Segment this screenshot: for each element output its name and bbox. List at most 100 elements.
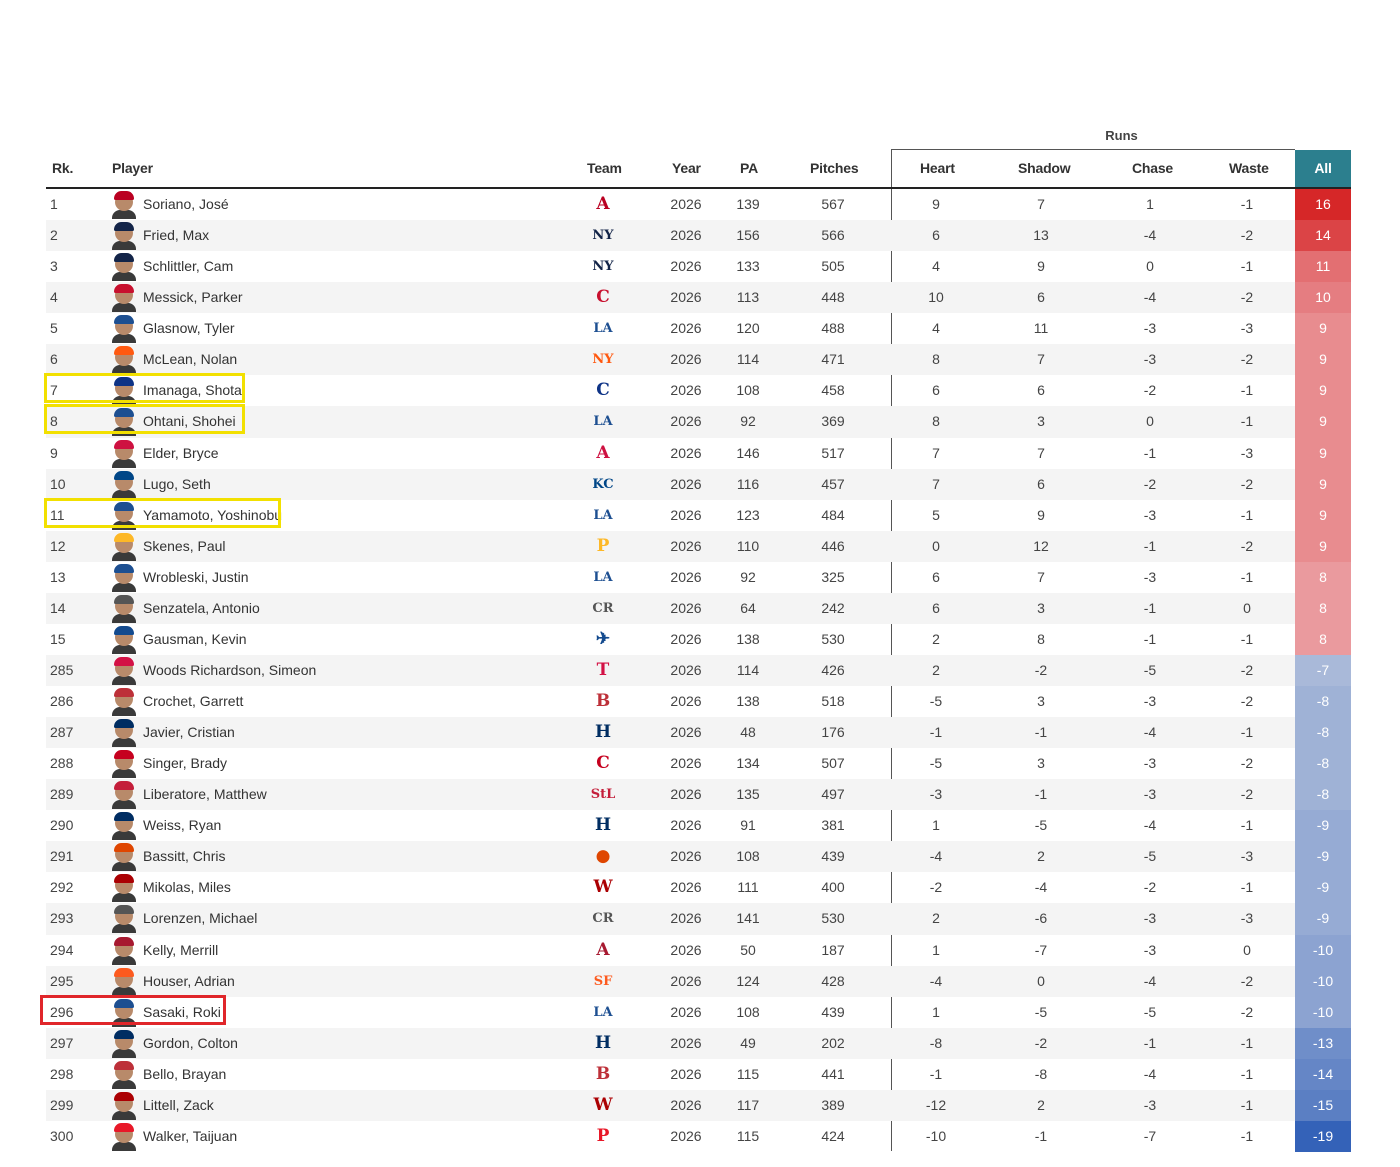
table-row[interactable]: 14 Senzatela, Antonio 2026 64 242 6 3 -1 0 CR 8 xyxy=(46,592,1351,624)
table-row[interactable]: 289 Liberatore, Matthew 2026 135 497 -3 -1 -3 -2… xyxy=(46,779,1351,811)
chase-runs-cell: -3 xyxy=(1143,351,1157,368)
table-row[interactable]: 291 Bassitt, Chris 2026 108 439 -4 2 -5 -3 ● -9 xyxy=(46,841,1351,873)
year-cell: 2026 xyxy=(670,258,702,275)
table-row[interactable]: 285 Woods Richardson, Simeon 2026 114 426 2 -2… xyxy=(46,654,1351,686)
table-row[interactable]: 287 Javier, Cristian 2026 48 176 -1 -1 -4 -1 H -8 xyxy=(46,717,1351,749)
player-name[interactable]: Lugo, Seth xyxy=(143,469,211,500)
table-row[interactable]: 3 Schlittler, Cam 2026 133 505 4 9 0 -1 NY 11 xyxy=(46,251,1351,283)
table-row[interactable]: 12 Skenes, Paul 2026 110 446 0 12 -1 -2 P 9 xyxy=(46,530,1351,562)
header-chase[interactable]: Chase xyxy=(1132,150,1173,187)
chase-runs-cell: 0 xyxy=(1146,413,1154,430)
highlight-box xyxy=(44,373,245,404)
table-row[interactable]: 288 Singer, Brady 2026 134 507 -5 3 -3 -2 C -8 xyxy=(46,748,1351,780)
table-row[interactable]: 6 McLean, Nolan 2026 114 471 8 7 -3 -2 NY 9 xyxy=(46,344,1351,376)
player-headshot xyxy=(112,843,136,872)
player-name[interactable]: Crochet, Garrett xyxy=(143,686,243,717)
table-row[interactable]: 298 Bello, Brayan 2026 115 441 -1 -8 -4 -1 B -14 xyxy=(46,1058,1351,1090)
pirates-logo: P xyxy=(596,535,610,556)
player-name[interactable]: Wrobleski, Justin xyxy=(143,562,249,593)
table-row[interactable]: 290 Weiss, Ryan 2026 91 381 1 -5 -4 -1 H -9 xyxy=(46,810,1351,842)
player-name[interactable]: Skenes, Paul xyxy=(143,531,226,562)
header-player[interactable]: Player xyxy=(112,150,153,187)
table-row[interactable]: 5 Glasnow, Tyler 2026 120 488 4 11 -3 -3 LA 9 xyxy=(46,313,1351,345)
table-row[interactable]: 10 Lugo, Seth 2026 116 457 7 6 -2 -2 KC 9 xyxy=(46,468,1351,500)
table-row[interactable]: 15 Gausman, Kevin 2026 138 530 2 8 -1 -1 ✈ 8 xyxy=(46,623,1351,655)
all-runs-cell: 8 xyxy=(1295,561,1351,593)
player-name[interactable]: Messick, Parker xyxy=(143,282,243,313)
pitches-cell: 566 xyxy=(821,227,845,244)
pa-cell: 138 xyxy=(736,630,760,647)
year-cell: 2026 xyxy=(670,910,702,927)
header-heart[interactable]: Heart xyxy=(920,150,955,187)
table-row[interactable]: 297 Gordon, Colton 2026 49 202 -8 -2 -1 -1 H -13 xyxy=(46,1027,1351,1059)
header-team[interactable]: Team xyxy=(587,150,622,187)
player-name[interactable]: Elder, Bryce xyxy=(143,438,218,469)
table-row[interactable]: 300 Walker, Taijuan 2026 115 424 -10 -1 -7 -1 P -1… xyxy=(46,1120,1351,1152)
year-cell: 2026 xyxy=(670,1034,702,1051)
table-row[interactable]: 296 Sasaki, Roki 2026 108 439 1 -5 -5 -2 LA -10 xyxy=(46,996,1351,1028)
waste-runs-cell: -2 xyxy=(1240,227,1254,244)
table-row[interactable]: 2 Fried, Max 2026 156 566 6 13 -4 -2 NY 14 xyxy=(46,220,1351,252)
pa-cell: 48 xyxy=(740,724,756,741)
player-name[interactable]: Bassitt, Chris xyxy=(143,841,225,872)
pa-cell: 92 xyxy=(740,413,756,430)
table-row[interactable]: 299 Littell, Zack 2026 117 389 -12 2 -3 -1 W -15 xyxy=(46,1089,1351,1121)
header-all[interactable]: All xyxy=(1295,150,1351,187)
player-name[interactable]: Woods Richardson, Simeon xyxy=(143,655,316,686)
table-row[interactable]: 13 Wrobleski, Justin 2026 92 325 6 7 -3 -1 LA 8 xyxy=(46,561,1351,593)
header-year[interactable]: Year xyxy=(672,150,701,187)
pa-cell: 124 xyxy=(736,972,760,989)
all-runs-cell: 9 xyxy=(1295,499,1351,531)
table-row[interactable]: 4 Messick, Parker 2026 113 448 10 6 -4 -2 C 10 xyxy=(46,282,1351,314)
player-name[interactable]: Soriano, José xyxy=(143,189,229,220)
header-rank[interactable]: Rk. xyxy=(52,150,73,187)
player-name[interactable]: McLean, Nolan xyxy=(143,344,237,375)
player-name[interactable]: Houser, Adrian xyxy=(143,966,235,997)
rockies-logo: CR xyxy=(592,911,614,927)
table-row[interactable]: 286 Crochet, Garrett 2026 138 518 -5 3 -3 -2 B -8 xyxy=(46,686,1351,718)
all-runs-cell: -14 xyxy=(1295,1058,1351,1090)
header-pitches[interactable]: Pitches xyxy=(810,150,859,187)
heart-runs-cell: -5 xyxy=(929,755,943,772)
dodgers-logo: LA xyxy=(593,569,613,585)
heart-runs-cell: -1 xyxy=(929,1065,943,1082)
player-name[interactable]: Schlittler, Cam xyxy=(143,251,233,282)
pa-cell: 115 xyxy=(736,1127,760,1144)
header-waste[interactable]: Waste xyxy=(1229,150,1269,187)
all-runs-cell: 8 xyxy=(1295,592,1351,624)
player-name[interactable]: Senzatela, Antonio xyxy=(143,593,260,624)
player-name[interactable]: Fried, Max xyxy=(143,220,209,251)
chase-runs-cell: -2 xyxy=(1143,879,1157,896)
player-name[interactable]: Bello, Brayan xyxy=(143,1059,226,1090)
player-name[interactable]: Kelly, Merrill xyxy=(143,935,218,966)
player-name[interactable]: Littell, Zack xyxy=(143,1090,214,1121)
table-row[interactable]: 9 Elder, Bryce 2026 146 517 7 7 -1 -3 A 9 xyxy=(46,437,1351,469)
all-runs-cell: 14 xyxy=(1295,220,1351,252)
player-name[interactable]: Walker, Taijuan xyxy=(143,1121,237,1152)
table-row[interactable]: 292 Mikolas, Miles 2026 111 400 -2 -4 -2 -1 W -9 xyxy=(46,872,1351,904)
player-name[interactable]: Mikolas, Miles xyxy=(143,872,231,903)
player-name[interactable]: Glasnow, Tyler xyxy=(143,313,235,344)
player-name[interactable]: Gausman, Kevin xyxy=(143,624,247,655)
waste-runs-cell: -2 xyxy=(1240,755,1254,772)
player-name[interactable]: Liberatore, Matthew xyxy=(143,779,267,810)
highlight-box xyxy=(40,994,226,1025)
table-row[interactable]: 295 Houser, Adrian 2026 124 428 -4 0 -4 -2 SF -10 xyxy=(46,965,1351,997)
player-name[interactable]: Javier, Cristian xyxy=(143,717,235,748)
player-name[interactable]: Singer, Brady xyxy=(143,748,227,779)
player-name[interactable]: Gordon, Colton xyxy=(143,1028,238,1059)
table-row[interactable]: 1 Soriano, José 2026 139 567 9 7 1 -1 A 16 xyxy=(46,189,1351,221)
cubs-logo: C xyxy=(596,380,610,401)
player-name[interactable]: Lorenzen, Michael xyxy=(143,903,257,934)
player-headshot xyxy=(112,470,136,499)
waste-runs-cell: -1 xyxy=(1240,1034,1254,1051)
heart-runs-cell: 7 xyxy=(932,475,940,492)
player-name[interactable]: Weiss, Ryan xyxy=(143,810,221,841)
pa-cell: 64 xyxy=(740,599,756,616)
table-row[interactable]: 293 Lorenzen, Michael 2026 141 530 2 -6 -3 -3 CR -… xyxy=(46,903,1351,935)
waste-runs-cell: -2 xyxy=(1240,537,1254,554)
table-row[interactable]: 294 Kelly, Merrill 2026 50 187 1 -7 -3 0 A -10 xyxy=(46,934,1351,966)
header-pa[interactable]: PA xyxy=(740,150,758,187)
all-runs-cell: -9 xyxy=(1295,903,1351,935)
header-shadow[interactable]: Shadow xyxy=(1018,150,1071,187)
